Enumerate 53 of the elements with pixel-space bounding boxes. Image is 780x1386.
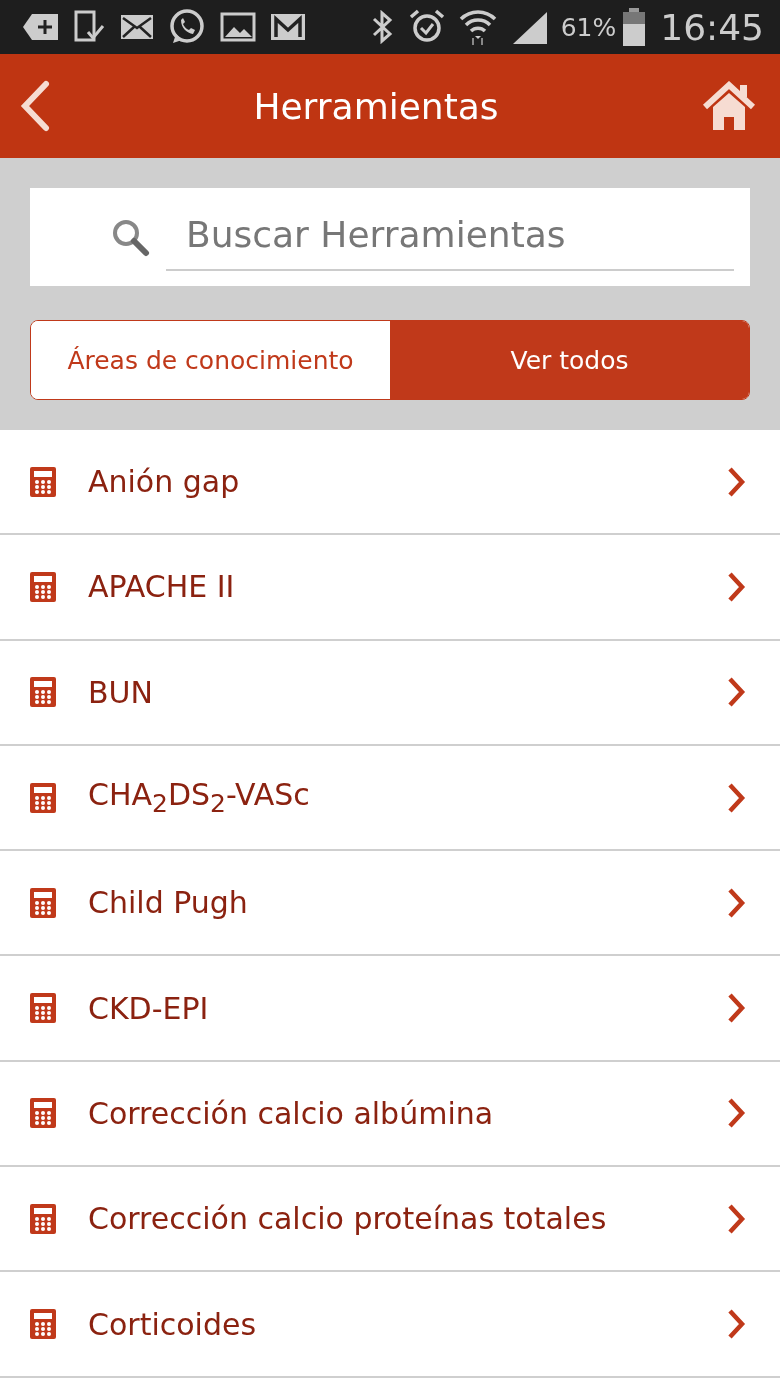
tool-name: CKD-EPI — [88, 990, 210, 1026]
battery-icon — [622, 8, 647, 46]
tool-name: Corrección calcio proteínas totales — [88, 1201, 608, 1237]
calculator-icon — [30, 1309, 56, 1339]
calculator-icon — [30, 571, 56, 602]
calculator-icon — [30, 1098, 56, 1129]
mail-icon — [270, 12, 306, 42]
clock-time: 16:45 — [660, 6, 764, 48]
chevron-right-icon — [726, 1202, 746, 1235]
chevron-right-icon — [726, 781, 746, 814]
calculator-icon — [30, 466, 56, 497]
image-icon — [220, 12, 256, 42]
tool-list-item[interactable]: Child Pugh — [0, 851, 780, 957]
home-icon[interactable] — [702, 81, 756, 131]
mail-icon — [120, 13, 154, 41]
alarm-icon — [408, 9, 445, 45]
tool-list-item[interactable]: APACHE II — [0, 535, 780, 641]
chevron-right-icon — [726, 1308, 746, 1340]
calculator-icon — [30, 887, 56, 918]
tool-name: Corrección calcio albúmina — [88, 1095, 495, 1131]
calculator-icon — [30, 677, 56, 708]
calculator-icon — [30, 782, 56, 813]
calculator-icon — [30, 1203, 56, 1234]
download-icon — [74, 10, 106, 44]
tool-name: Anión gap — [88, 464, 241, 500]
tool-list-item[interactable]: Corrección calcio albúmina — [0, 1061, 780, 1168]
notification-icon — [22, 12, 60, 42]
chevron-right-icon — [726, 676, 746, 709]
tool-name: APACHE II — [88, 569, 236, 605]
chevron-right-icon — [726, 570, 746, 603]
search-field[interactable]: Buscar Herramientas — [30, 188, 750, 286]
screen-title: Herramientas — [253, 85, 499, 127]
tool-list-item[interactable]: Corrección calcio proteínas totales — [0, 1167, 780, 1273]
tool-name: Corticoides — [88, 1306, 258, 1342]
chevron-right-icon — [726, 992, 746, 1025]
tool-list-item[interactable]: Anión gap — [0, 430, 780, 536]
chevron-right-icon — [726, 465, 746, 498]
chat-icon — [168, 8, 206, 46]
tool-list-item[interactable]: Corticoides — [0, 1272, 780, 1378]
wifi-icon — [458, 8, 497, 46]
tool-list-item[interactable]: BUN — [0, 640, 780, 746]
battery-percentage: 61% — [560, 12, 617, 42]
tool-name: BUN — [88, 674, 154, 710]
tool-list-item[interactable]: CHA$_{2}$DS$_{2}$-VASc — [0, 745, 780, 852]
tool-name: Child Pugh — [88, 885, 249, 921]
tool-list-item[interactable]: CKD-EPI — [0, 956, 780, 1062]
calculator-icon — [30, 993, 56, 1024]
tool-name: CHA$_{2}$DS$_{2}$-VASc — [88, 777, 311, 819]
filter-tab[interactable]: Ver todos — [390, 321, 749, 399]
chevron-right-icon — [726, 1097, 746, 1130]
search-icon — [110, 217, 150, 257]
chevron-right-icon — [726, 886, 746, 919]
back-icon[interactable] — [20, 80, 50, 132]
